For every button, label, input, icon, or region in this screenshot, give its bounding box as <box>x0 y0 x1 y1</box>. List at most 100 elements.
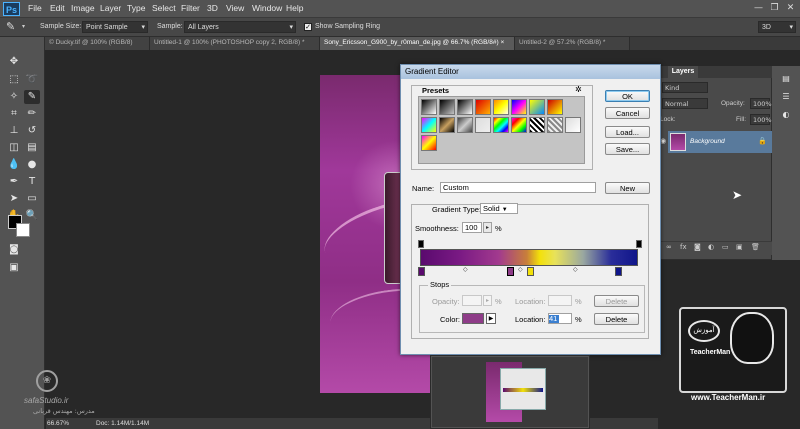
color-menu-arrow-icon[interactable]: ▶ <box>486 313 496 324</box>
minimize-icon[interactable]: — <box>752 2 765 15</box>
preset-swatch[interactable] <box>457 117 473 133</box>
menu-filter[interactable]: Filter <box>181 3 200 13</box>
menu-file[interactable]: File <box>28 3 42 13</box>
opacity-location-input[interactable] <box>548 295 572 306</box>
properties-panel-icon[interactable]: ☰ <box>778 90 794 104</box>
new-group-icon[interactable]: ▭ <box>722 243 729 251</box>
quick-select-tool-icon[interactable]: ✧ <box>6 90 22 104</box>
color-panel-icon[interactable]: ◐ <box>778 108 794 122</box>
blend-mode-select[interactable]: Normal <box>662 98 708 109</box>
ok-button[interactable]: OK <box>605 90 650 102</box>
preset-swatch[interactable] <box>511 99 527 115</box>
preset-swatch[interactable] <box>421 99 437 115</box>
menu-type[interactable]: Type <box>127 3 145 13</box>
color-stop-selected[interactable] <box>507 267 514 276</box>
gradient-tool-icon[interactable]: ▤ <box>24 141 40 155</box>
cancel-button[interactable]: Cancel <box>605 107 650 119</box>
tab-layers[interactable]: Layers <box>668 66 698 78</box>
screen-mode-icon[interactable]: ▣ <box>6 261 22 275</box>
smoothness-input[interactable]: 100 <box>462 222 482 233</box>
fx-icon[interactable]: fx <box>680 243 687 251</box>
tool-preset-chevron-icon[interactable]: ▾ <box>22 23 25 30</box>
path-select-tool-icon[interactable]: ➤ <box>6 192 22 206</box>
menu-layer[interactable]: Layer <box>100 3 121 13</box>
smoothness-stepper-icon[interactable]: ▸ <box>483 222 492 233</box>
menu-3d[interactable]: 3D <box>207 3 218 13</box>
tab-close-icon[interactable]: × <box>500 39 504 46</box>
quick-mask-icon[interactable]: ◙ <box>6 243 22 257</box>
gradient-preview-bar[interactable] <box>420 249 638 266</box>
new-button[interactable]: New <box>605 182 650 194</box>
link-layers-icon[interactable]: ∞ <box>666 243 672 251</box>
brush-tool-icon[interactable]: ✏ <box>24 107 40 121</box>
opacity-stop[interactable] <box>418 240 424 248</box>
presets-grid[interactable] <box>418 96 585 164</box>
zoom-tool-icon[interactable]: 🔍 <box>24 209 40 223</box>
preset-swatch[interactable] <box>511 117 527 133</box>
maximize-icon[interactable]: ❐ <box>768 2 781 15</box>
stamp-tool-icon[interactable]: ⊥ <box>6 124 22 138</box>
history-brush-tool-icon[interactable]: ↺ <box>24 124 40 138</box>
load-button[interactable]: Load... <box>605 126 650 138</box>
menu-image[interactable]: Image <box>71 3 95 13</box>
color-stop[interactable] <box>527 267 534 276</box>
opacity-stop[interactable] <box>636 240 642 248</box>
preset-swatch[interactable] <box>457 99 473 115</box>
color-stop[interactable] <box>418 267 425 276</box>
tab-untitled-1[interactable]: Untitled-1 @ 100% (PHOTOSHOP copy 2, RGB… <box>150 37 320 50</box>
preset-swatch[interactable] <box>493 117 509 133</box>
stop-opacity-input[interactable] <box>462 295 482 306</box>
layer-thumbnail[interactable] <box>670 133 686 151</box>
preset-swatch[interactable] <box>421 117 437 133</box>
preset-swatch[interactable] <box>439 99 455 115</box>
menu-window[interactable]: Window <box>252 3 282 13</box>
preset-swatch[interactable] <box>565 117 581 133</box>
preset-swatch[interactable] <box>529 117 545 133</box>
preset-swatch[interactable] <box>475 117 491 133</box>
gradient-type-select[interactable]: Solid ▼ <box>480 203 518 214</box>
save-button[interactable]: Save... <box>605 143 650 155</box>
zoom-level[interactable]: 66.67% <box>47 420 69 427</box>
presets-menu-icon[interactable]: ✲ <box>575 85 582 94</box>
preset-swatch[interactable] <box>439 117 455 133</box>
color-stop[interactable] <box>615 267 622 276</box>
marquee-tool-icon[interactable]: ⬚ <box>6 73 22 87</box>
layer-name[interactable]: Background <box>690 138 725 145</box>
layer-opacity-input[interactable]: 100% <box>750 98 772 109</box>
delete-opacity-stop-button[interactable]: Delete <box>594 295 639 307</box>
preset-swatch[interactable] <box>475 99 491 115</box>
midpoint-diamond-icon[interactable]: ◇ <box>573 266 578 273</box>
preset-swatch[interactable] <box>547 117 563 133</box>
menu-help[interactable]: Help <box>286 3 303 13</box>
preset-swatch[interactable] <box>493 99 509 115</box>
new-layer-icon[interactable]: ▣ <box>736 243 743 251</box>
menu-view[interactable]: View <box>226 3 244 13</box>
menu-edit[interactable]: Edit <box>50 3 65 13</box>
layer-kind-filter[interactable]: Kind <box>662 82 708 93</box>
workspace-select[interactable]: 3D <box>758 21 796 33</box>
shape-tool-icon[interactable]: ▭ <box>24 192 40 206</box>
blur-tool-icon[interactable]: 💧 <box>6 158 22 172</box>
lock-icon[interactable]: 🔒 <box>758 137 767 145</box>
menu-select[interactable]: Select <box>152 3 176 13</box>
type-tool-icon[interactable]: T <box>24 175 40 189</box>
sample-select[interactable]: All Layers <box>184 21 296 33</box>
trash-icon[interactable]: 🗑 <box>751 243 760 251</box>
lasso-tool-icon[interactable]: ➰ <box>24 73 40 87</box>
sample-size-select[interactable]: Point Sample <box>82 21 148 33</box>
stop-color-swatch[interactable] <box>462 313 484 324</box>
eyedropper-tool-icon[interactable]: ✎ <box>24 90 40 104</box>
tab-ducky[interactable]: © Ducky.tif @ 100% (RGB/8) <box>45 37 150 50</box>
close-icon[interactable]: ✕ <box>784 2 797 15</box>
midpoint-diamond-icon[interactable]: ◇ <box>463 266 468 273</box>
tab-sony-ericsson[interactable]: Sony_Ericsson_G900_by_r0man_de.jpg @ 66.… <box>320 37 515 50</box>
preset-swatch[interactable] <box>547 99 563 115</box>
crop-tool-icon[interactable]: ⌗ <box>6 107 22 121</box>
pen-tool-icon[interactable]: ✒ <box>6 175 22 189</box>
history-panel-icon[interactable]: ▤ <box>778 72 794 86</box>
layer-fill-input[interactable]: 100% <box>750 114 772 125</box>
preset-swatch[interactable] <box>421 135 437 151</box>
adjustment-layer-icon[interactable]: ◐ <box>708 243 714 251</box>
move-tool-icon[interactable]: ✥ <box>6 55 22 69</box>
dodge-tool-icon[interactable]: ● <box>24 158 40 172</box>
